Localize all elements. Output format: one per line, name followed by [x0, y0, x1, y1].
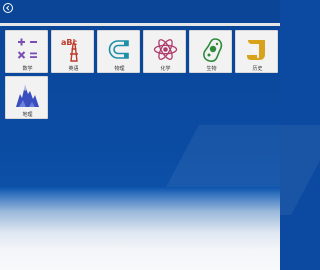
- top-divider: [0, 23, 280, 26]
- subject-label: 地理: [22, 112, 33, 118]
- subject-tile-physics[interactable]: 物理: [97, 30, 140, 73]
- subject-tile-biology[interactable]: 生物: [189, 30, 232, 73]
- magnet-icon: [108, 40, 129, 59]
- bottom-gradient-area: [0, 187, 280, 270]
- subject-tile-chemistry[interactable]: 化学: [143, 30, 186, 73]
- subject-tile-history[interactable]: 历史: [235, 30, 278, 73]
- math-icon: [17, 38, 37, 59]
- cell-icon: [203, 38, 223, 62]
- atom-icon: [153, 39, 178, 60]
- top-bar: [0, 0, 280, 24]
- abc-eiffel-tower-icon: aBc: [61, 38, 78, 62]
- subject-label: 英语: [68, 66, 79, 72]
- app-screen: 数学 aBc 英语 物理 化学 生物 历史 地理: [0, 0, 320, 270]
- subject-tile-math[interactable]: 数学: [5, 30, 48, 73]
- subject-label: 数学: [22, 66, 33, 72]
- subject-label: 生物: [206, 66, 217, 72]
- scroll-icon: [247, 40, 265, 60]
- subject-tile-geography[interactable]: 地理: [5, 76, 48, 119]
- back-circle-icon[interactable]: [3, 3, 13, 13]
- subject-label: 物理: [114, 66, 125, 72]
- subject-label: 历史: [252, 66, 263, 72]
- mountain-icon: [16, 85, 39, 107]
- subject-label: 化学: [160, 66, 171, 72]
- subject-tile-english[interactable]: aBc 英语: [51, 30, 94, 73]
